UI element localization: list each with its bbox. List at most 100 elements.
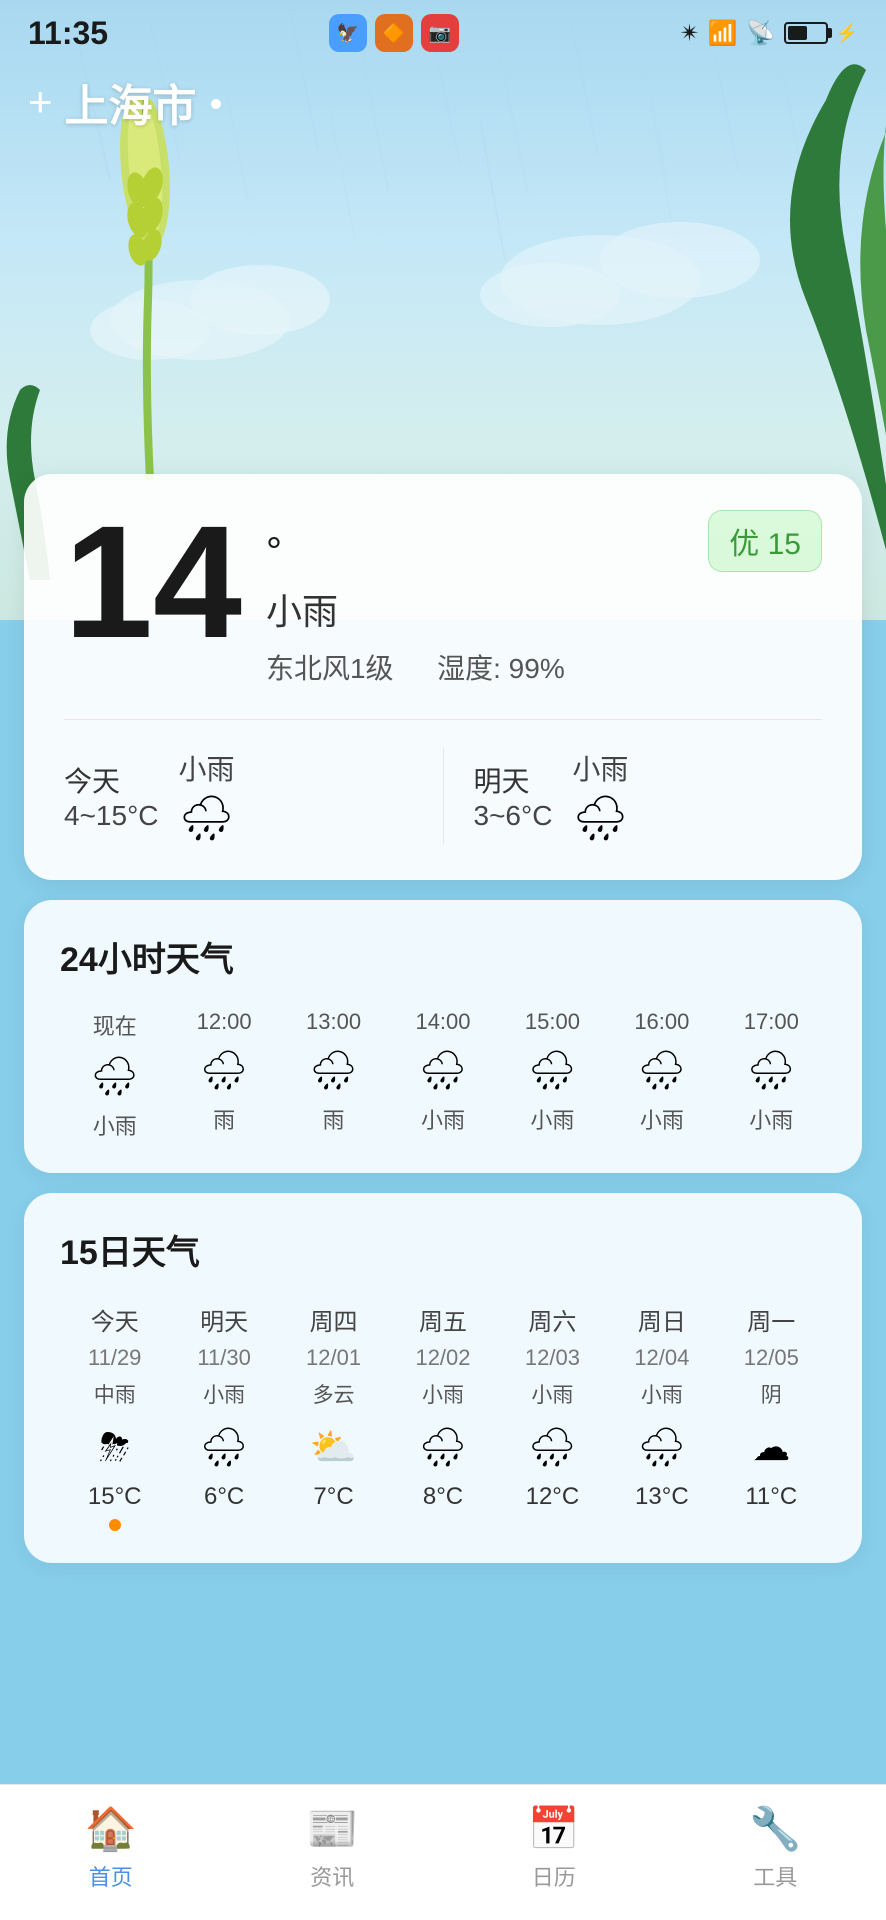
daily-item: 周六 12/03 小雨 🌧 12°C [498,1302,607,1531]
tomorrow-forecast: 明天 3~6°C 小雨 🌧 [474,748,823,844]
nav-item-tools[interactable]: 🔧 工具 [665,1805,886,1892]
current-weather-card: 14 ° 小雨 东北风1级 湿度: 99% 优 15 [24,474,862,880]
weather-condition: 小雨 [266,583,708,635]
app-icon-1: 🦅 [329,14,367,52]
hourly-weather-icon: 🌧 [200,1045,248,1093]
hourly-time: 14:00 [415,1009,470,1035]
separator [401,653,429,684]
status-bar: 11:35 🦅 🔶 📷 ✴ 📶 📡 ⚡ [0,0,886,60]
weather-details: ° 小雨 东北风1级 湿度: 99% [266,510,708,687]
forecast-divider [443,748,444,844]
wifi-icon: 📶 [708,19,738,48]
hourly-weather-icon: 🌧 [309,1045,357,1093]
daily-weather-icon: ⛈ [100,1421,130,1471]
hourly-forecast-card: 24小时天气 现在 🌧 小雨 12:00 🌧 雨 13:00 🌧 雨 14:00… [24,900,862,1173]
daily-weekday: 周日 [638,1302,686,1337]
nav-item-home[interactable]: 🏠 首页 [0,1805,222,1892]
hourly-condition-label: 小雨 [640,1103,684,1135]
hourly-condition-label: 雨 [213,1103,235,1135]
nav-item-news[interactable]: 📰 资讯 [222,1805,444,1892]
daily-temperature: 11°C [745,1483,797,1511]
today-tomorrow-forecast: 今天 4~15°C 小雨 🌧 明天 3~6°C [64,719,822,844]
hourly-condition-label: 小雨 [93,1109,137,1141]
daily-date: 12/03 [525,1345,580,1371]
daily-temperature: 7°C [313,1483,353,1511]
header: + 上海市 [0,60,886,154]
hourly-weather-icon: 🌧 [419,1045,467,1093]
daily-weather-icon: 🌧 [419,1421,467,1471]
today-indicator-dot [109,1519,121,1531]
main-content: 14 ° 小雨 东北风1级 湿度: 99% 优 15 [0,474,886,1607]
aqi-value: 15 [768,528,801,561]
battery-icon [784,22,828,44]
hourly-item: 13:00 🌧 雨 [279,1009,388,1141]
signal-icon: 📡 [746,19,776,48]
aqi-label: 优 [729,528,759,561]
nav-home-label: 首页 [89,1860,133,1892]
wind-info: 东北风1级 [266,653,394,684]
daily-temperature: 8°C [423,1483,463,1511]
daily-condition: 小雨 [641,1379,683,1409]
daily-weather-icon: ☁ [752,1421,790,1471]
notification-icons: 🦅 🔶 📷 [329,14,459,52]
hourly-weather-icon: 🌧 [528,1045,576,1093]
daily-item: 周一 12/05 阴 ☁ 11°C [717,1302,826,1531]
daily-date: 12/01 [306,1345,361,1371]
charging-icon: ⚡ [836,23,858,44]
daily-date: 12/04 [634,1345,689,1371]
hourly-card-title: 24小时天气 [60,932,826,981]
system-icons: ✴ 📶 📡 ⚡ [680,19,858,48]
hourly-grid: 现在 🌧 小雨 12:00 🌧 雨 13:00 🌧 雨 14:00 🌧 小雨 1… [60,1009,826,1141]
hourly-item: 17:00 🌧 小雨 [717,1009,826,1141]
status-time: 11:35 [28,15,108,52]
add-city-button[interactable]: + [28,81,53,123]
bluetooth-icon: ✴ [680,19,700,48]
weather-wind-humidity: 东北风1级 湿度: 99% [266,647,708,687]
hourly-weather-icon: 🌧 [638,1045,686,1093]
daily-date: 12/05 [744,1345,799,1371]
daily-item: 今天 11/29 中雨 ⛈ 15°C [60,1302,169,1531]
hourly-item: 16:00 🌧 小雨 [607,1009,716,1141]
news-icon: 📰 [306,1805,358,1854]
hourly-time: 16:00 [634,1009,689,1035]
location-dot [211,99,221,109]
tomorrow-condition: 小雨 [572,748,628,788]
hourly-item: 15:00 🌧 小雨 [498,1009,607,1141]
hourly-time: 12:00 [197,1009,252,1035]
hourly-item: 14:00 🌧 小雨 [388,1009,497,1141]
daily-weather-icon: 🌧 [638,1421,686,1471]
nav-tools-label: 工具 [753,1860,797,1892]
hourly-condition-label: 小雨 [421,1103,465,1135]
tomorrow-weather-icon: 🌧 [573,792,629,844]
nav-news-label: 资讯 [310,1860,354,1892]
daily-date: 11/29 [88,1345,141,1371]
daily-weekday: 周四 [310,1302,358,1337]
hourly-condition-label: 雨 [323,1103,345,1135]
nav-item-calendar[interactable]: 📅 日历 [443,1805,665,1892]
today-condition: 小雨 [179,748,235,788]
today-label: 今天 [64,760,159,800]
home-icon: 🏠 [85,1805,137,1854]
hourly-time: 现在 [93,1009,137,1041]
daily-weekday: 周五 [419,1302,467,1337]
hourly-time: 17:00 [744,1009,799,1035]
app-icon-2: 🔶 [375,14,413,52]
hourly-weather-icon: 🌧 [91,1051,139,1099]
hourly-item: 12:00 🌧 雨 [169,1009,278,1141]
today-forecast: 今天 4~15°C 小雨 🌧 [64,748,413,844]
daily-date: 12/02 [415,1345,470,1371]
hourly-item: 现在 🌧 小雨 [60,1009,169,1141]
daily-temperature: 15°C [88,1483,142,1511]
daily-condition: 中雨 [94,1379,136,1409]
hourly-time: 15:00 [525,1009,580,1035]
daily-condition: 多云 [313,1379,355,1409]
daily-weekday: 明天 [200,1302,248,1337]
hourly-condition-label: 小雨 [749,1103,793,1135]
daily-item: 明天 11/30 小雨 🌧 6°C [169,1302,278,1531]
daily-item: 周日 12/04 小雨 🌧 13°C [607,1302,716,1531]
temp-unit: ° [266,530,708,575]
daily-grid: 今天 11/29 中雨 ⛈ 15°C 明天 11/30 小雨 🌧 6°C 周四 … [60,1302,826,1531]
nav-calendar-label: 日历 [532,1860,576,1892]
daily-condition: 小雨 [422,1379,464,1409]
daily-temperature: 13°C [635,1483,689,1511]
